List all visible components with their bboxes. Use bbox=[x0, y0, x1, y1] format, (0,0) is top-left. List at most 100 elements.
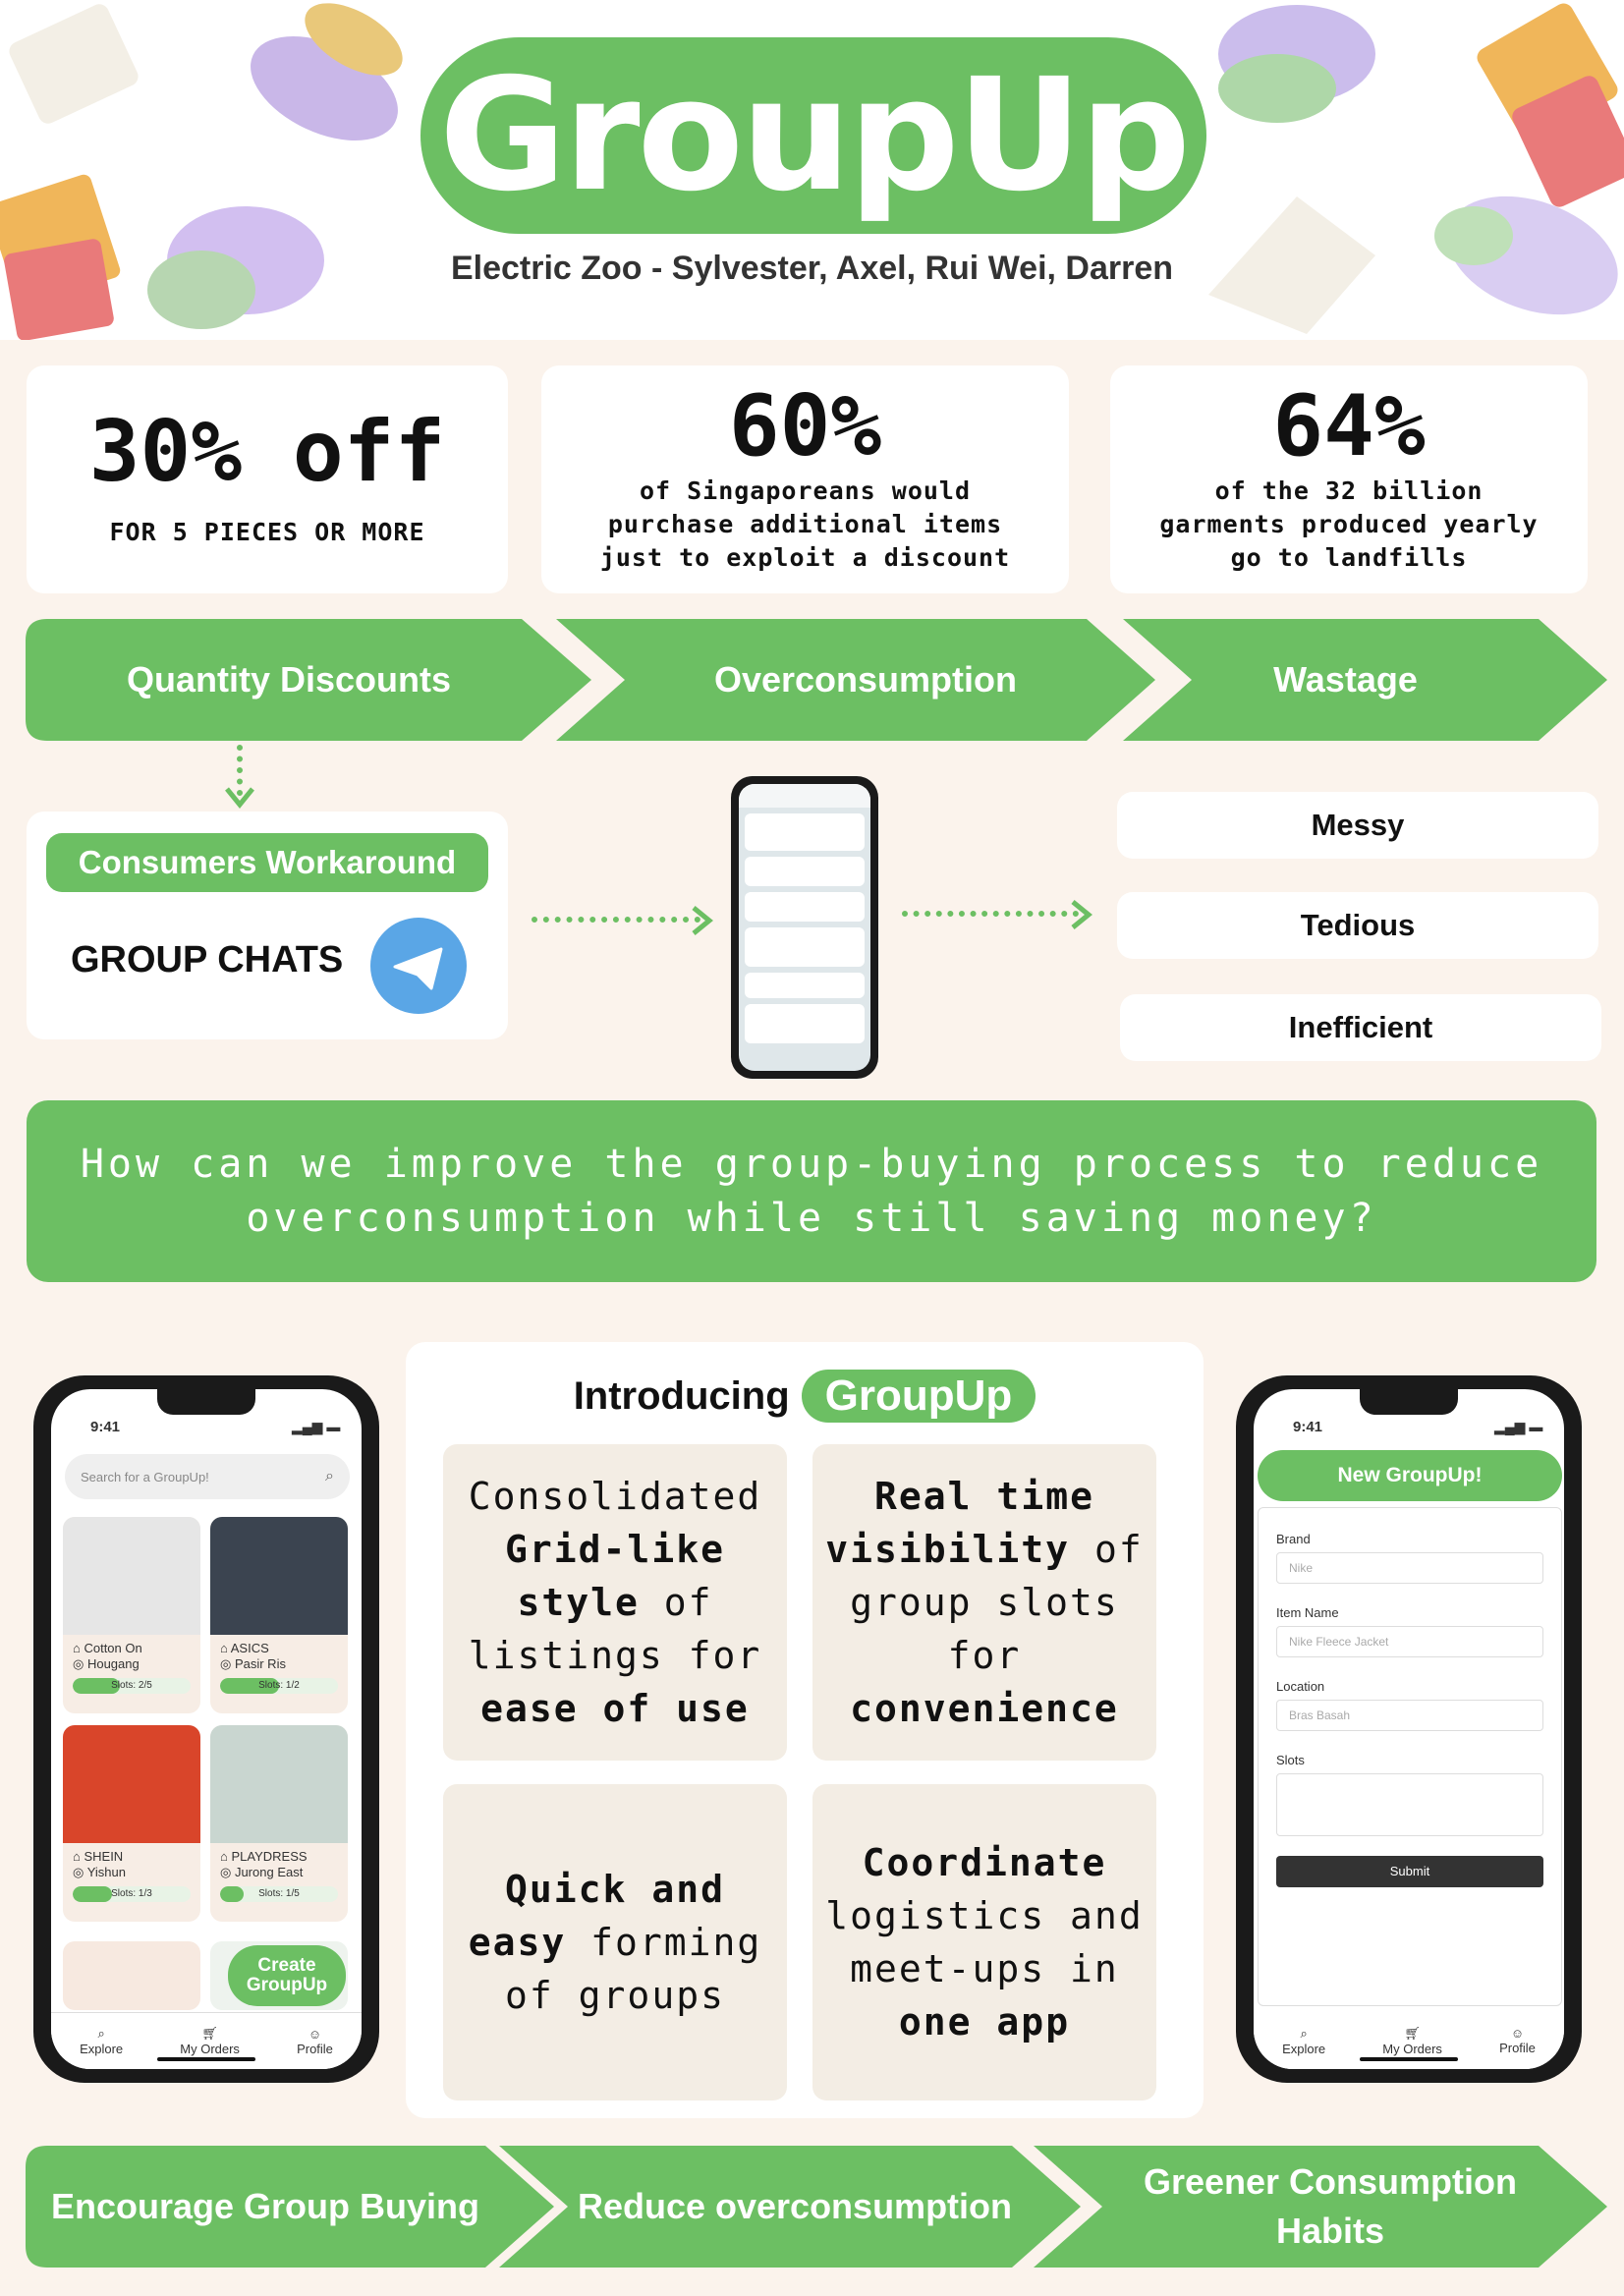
arrow-down-icon bbox=[225, 787, 254, 809]
create-groupup-button[interactable]: Create GroupUp bbox=[228, 1945, 346, 2006]
new-groupup-phone: 9:41 ▂▄▆ ▬ New GroupUp! Brand Nike Item Na… bbox=[1236, 1375, 1582, 2083]
listing-image bbox=[63, 1725, 200, 1843]
slots-progress-bar: Slots: 1/3 bbox=[73, 1886, 191, 1902]
dotted-arrow-right bbox=[532, 917, 700, 923]
team-names: Electric Zoo - Sylvester, Axel, Rui Wei,… bbox=[450, 250, 1174, 287]
field-input[interactable]: Nike bbox=[1276, 1552, 1543, 1584]
nav-profile[interactable]: ☺ Profile bbox=[1499, 2026, 1536, 2055]
feature-emphasis: ease of use bbox=[480, 1687, 750, 1730]
new-groupup-screen: 9:41 ▂▄▆ ▬ New GroupUp! Brand Nike Item Na… bbox=[1254, 1389, 1564, 2069]
listing-brand: ⌂ ASICS bbox=[220, 1641, 269, 1655]
listing-brand: ⌂ PLAYDRESS bbox=[220, 1849, 308, 1864]
chevron-label: Reduce overconsumption bbox=[577, 2186, 1013, 2226]
chevron-quantity-discounts: Quantity Discounts bbox=[26, 619, 591, 741]
field-input[interactable] bbox=[1276, 1773, 1543, 1836]
feature-text: Coordinate logistics and meet-ups in one… bbox=[822, 1836, 1147, 2048]
listing-card[interactable]: ⌂ PLAYDRESS ◎ Jurong East Slots: 1/5 bbox=[210, 1725, 348, 1922]
chevron-label: Encourage Group Buying bbox=[50, 2186, 480, 2226]
field-label: Location bbox=[1276, 1679, 1325, 1694]
cart-icon: 🛒︎ bbox=[1404, 2025, 1421, 2041]
listing-grid: ⌂ Cotton On ◎ Hougang Slots: 2/5 ⌂ ASICS ◎ P… bbox=[63, 1517, 354, 1930]
slots-label: Slots: 2/5 bbox=[111, 1680, 152, 1691]
chat-screen bbox=[739, 784, 870, 1071]
stat-description: of Singaporeans would purchase additiona… bbox=[599, 476, 1011, 572]
nav-label: Explore bbox=[80, 2042, 124, 2056]
field-input[interactable]: Bras Basah bbox=[1276, 1700, 1543, 1731]
stat-card-garments: 64% of the 32 billion garments produced … bbox=[1110, 365, 1588, 593]
slots-progress-bar: Slots: 2/5 bbox=[73, 1678, 191, 1694]
feature-realtime-slots: Real time visibility of group slots for … bbox=[812, 1444, 1156, 1761]
group-chats-text: GROUP CHATS bbox=[71, 939, 344, 980]
slots-progress-bar: Slots: 1/5 bbox=[220, 1886, 338, 1902]
chevron-encourage-group-buying: Encourage Group Buying bbox=[26, 2146, 554, 2268]
group-chat-phone bbox=[731, 776, 878, 1079]
listing-card[interactable]: ⌂ Cotton On ◎ Hougang Slots: 2/5 bbox=[63, 1517, 200, 1713]
listing-location: ◎ Yishun bbox=[73, 1865, 126, 1879]
field-label: Item Name bbox=[1276, 1605, 1339, 1620]
stat-card-discount: 30% off FOR 5 PIECES OR MORE bbox=[27, 365, 508, 593]
listing-card-partial[interactable] bbox=[63, 1941, 200, 2010]
status-time: 9:41 bbox=[90, 1419, 121, 1435]
stat-value: 64% bbox=[1272, 377, 1426, 476]
dotted-arrow-right bbox=[902, 911, 1079, 917]
intro-brand: GroupUp bbox=[801, 1370, 1036, 1423]
listing-image bbox=[63, 1517, 200, 1635]
listing-location: ◎ Hougang bbox=[73, 1656, 140, 1671]
field-label: Slots bbox=[1276, 1753, 1305, 1767]
arrow-right-icon bbox=[1071, 900, 1092, 929]
issue-messy: Messy bbox=[1117, 792, 1598, 859]
issue-inefficient: Inefficient bbox=[1120, 994, 1601, 1061]
home-indicator bbox=[1360, 2057, 1458, 2061]
home-indicator bbox=[157, 2057, 255, 2061]
search-bar[interactable]: Search for a GroupUp! ⌕ bbox=[65, 1454, 350, 1499]
search-icon: ⌕ bbox=[97, 2026, 105, 2041]
feature-text: Consolidated Grid-like style of listings… bbox=[453, 1470, 777, 1735]
feature-grid-listings: Consolidated Grid-like style of listings… bbox=[443, 1444, 787, 1761]
nav-my-orders[interactable]: 🛒︎ My Orders bbox=[180, 2026, 240, 2056]
chevron-greener-habits: Greener Consumption Habits bbox=[1034, 2146, 1607, 2268]
nav-my-orders[interactable]: 🛒︎ My Orders bbox=[1382, 2026, 1442, 2056]
workaround-label: Consumers Workaround bbox=[46, 833, 488, 892]
app-title: GroupUp bbox=[420, 37, 1206, 234]
search-placeholder: Search for a GroupUp! bbox=[81, 1469, 209, 1484]
signal-battery-icon: ▂▄▆ ▬ bbox=[1494, 1419, 1543, 1434]
feature-quick-groups: Quick and easy forming of groups bbox=[443, 1784, 787, 2100]
feature-emphasis: Coordinate bbox=[862, 1841, 1107, 1884]
stat-description: of the 32 billion garments produced year… bbox=[1159, 476, 1539, 572]
explore-screen: 9:41 ▂▄▆ ▬ Search for a GroupUp! ⌕ ⌂ Cot… bbox=[51, 1389, 362, 2069]
feature-emphasis: convenience bbox=[850, 1687, 1119, 1730]
listing-image bbox=[210, 1517, 348, 1635]
stat-description: FOR 5 PIECES OR MORE bbox=[109, 518, 425, 546]
nav-label: Profile bbox=[297, 2041, 333, 2056]
feature-text-part: logistics and meet-ups in bbox=[825, 1894, 1144, 1990]
person-icon: ☺ bbox=[1510, 2026, 1525, 2041]
explore-phone: 9:41 ▂▄▆ ▬ Search for a GroupUp! ⌕ ⌂ Cot… bbox=[33, 1375, 379, 2083]
nav-profile[interactable]: ☺ Profile bbox=[297, 2027, 333, 2056]
field-label: Brand bbox=[1276, 1532, 1311, 1546]
intro-panel: Introducing GroupUp Consolidated Grid-li… bbox=[406, 1342, 1204, 2118]
chevron-overconsumption: Overconsumption bbox=[556, 619, 1155, 741]
arrow-right-icon bbox=[692, 906, 713, 935]
header-banner: GroupUp Electric Zoo - Sylvester, Axel, … bbox=[0, 0, 1624, 340]
slots-label: Slots: 1/2 bbox=[258, 1680, 300, 1691]
nav-explore[interactable]: ⌕ Explore bbox=[1282, 2026, 1325, 2056]
issue-tedious: Tedious bbox=[1117, 892, 1598, 959]
notch bbox=[1360, 1389, 1458, 1415]
listing-card[interactable]: ⌂ ASICS ◎ Pasir Ris Slots: 1/2 bbox=[210, 1517, 348, 1713]
field-input[interactable]: Nike Fleece Jacket bbox=[1276, 1626, 1543, 1657]
chevron-label: Quantity Discounts bbox=[126, 659, 452, 700]
slots-label: Slots: 1/3 bbox=[111, 1888, 152, 1899]
listing-location: ◎ Pasir Ris bbox=[220, 1656, 286, 1671]
feature-text: Quick and easy forming of groups bbox=[453, 1863, 777, 2022]
chevron-label: Greener Consumption Habits bbox=[1143, 2161, 1518, 2251]
feature-emphasis: one app bbox=[898, 2000, 1071, 2044]
listing-card[interactable]: ⌂ SHEIN ◎ Yishun Slots: 1/3 bbox=[63, 1725, 200, 1922]
nav-label: Profile bbox=[1499, 2041, 1536, 2055]
chevron-reduce-overconsumption: Reduce overconsumption bbox=[499, 2146, 1081, 2268]
stat-value: 30% off bbox=[88, 403, 446, 501]
chevron-wastage: Wastage bbox=[1123, 619, 1607, 741]
submit-button[interactable]: Submit bbox=[1276, 1856, 1543, 1887]
person-icon: ☺ bbox=[308, 2026, 322, 2042]
nav-explore[interactable]: ⌕ Explore bbox=[80, 2026, 123, 2056]
feature-coordinate-logistics: Coordinate logistics and meet-ups in one… bbox=[812, 1784, 1156, 2100]
